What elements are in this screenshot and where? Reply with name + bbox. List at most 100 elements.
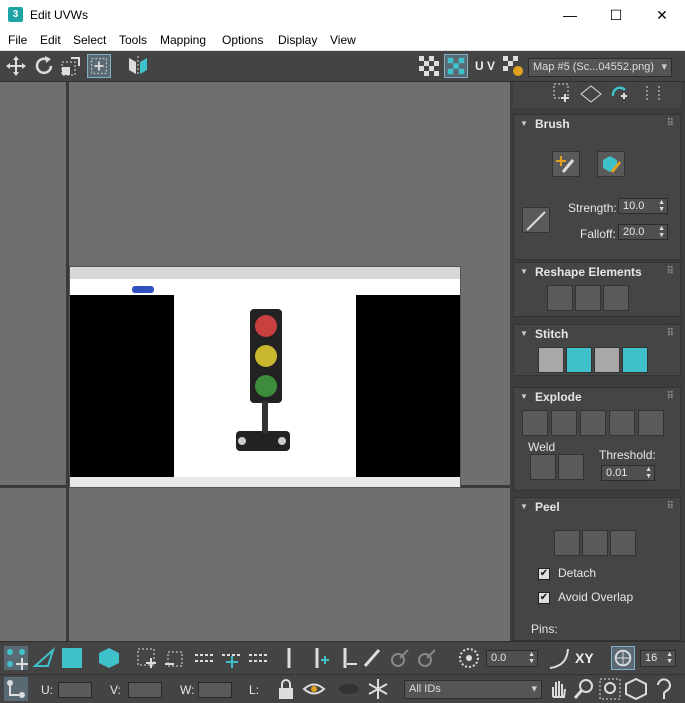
edge-mode-icon[interactable] xyxy=(32,646,56,670)
move-icon[interactable] xyxy=(4,54,28,78)
grow-select-icon[interactable] xyxy=(135,646,159,670)
ring-shrink-icon[interactable] xyxy=(335,646,359,670)
traffic-light-icon xyxy=(236,309,290,451)
reshape-header[interactable]: ▼ Reshape Elements ⠿ xyxy=(514,263,680,281)
detach-edge-icon[interactable] xyxy=(551,410,577,436)
loop-shrink-icon[interactable] xyxy=(247,646,271,670)
strength-spinner[interactable]: 10.0 ▲ ▼ xyxy=(618,198,668,214)
menu-select[interactable]: Select xyxy=(73,33,106,47)
transform-mode-icon[interactable] xyxy=(4,677,28,701)
texture-image xyxy=(69,266,461,488)
loop-grow-icon[interactable] xyxy=(220,646,244,670)
w-field[interactable] xyxy=(198,682,232,698)
stitch-source-icon[interactable] xyxy=(622,347,648,373)
map-settings-icon[interactable] xyxy=(501,54,525,78)
l-label: L: xyxy=(249,683,260,697)
vertex-mode-icon[interactable] xyxy=(4,646,28,670)
face-mode-icon[interactable] xyxy=(60,646,84,670)
weld-selected-icon[interactable] xyxy=(530,454,556,480)
close-button[interactable]: ✕ xyxy=(639,0,685,30)
rollout-top-strip xyxy=(513,82,681,108)
uv-toggle[interactable]: U V xyxy=(475,59,495,73)
split-icon[interactable] xyxy=(638,410,664,436)
ring-select-icon[interactable] xyxy=(277,646,301,670)
zoom-region-icon[interactable] xyxy=(598,677,622,701)
threshold-spinner[interactable]: 0.01 ▲ ▼ xyxy=(601,465,655,481)
grid-select-icon[interactable] xyxy=(579,82,603,104)
main-toolbar: U V Map #5 (Sc...04552.png) ▾ xyxy=(0,51,685,82)
explode-rollout: ▼ Explode ⠿ Weld Threshold: 0.01 ▲ ▼ xyxy=(513,387,681,491)
eye-icon[interactable] xyxy=(302,677,326,701)
mirror-icon[interactable] xyxy=(126,54,150,78)
falloff-curve-icon[interactable] xyxy=(522,207,550,233)
xy-toggle[interactable]: XY xyxy=(575,650,594,666)
checker-explode-icon[interactable] xyxy=(609,410,635,436)
paint-shrink-icon[interactable] xyxy=(415,646,439,670)
zoom-extents-icon[interactable] xyxy=(624,677,648,701)
break-icon[interactable] xyxy=(522,410,548,436)
u-field[interactable] xyxy=(58,682,92,698)
ids-dropdown[interactable]: All IDs ▾ xyxy=(404,680,542,699)
zoom-selected-icon[interactable] xyxy=(652,677,676,701)
relax-icon[interactable] xyxy=(575,285,601,311)
relax-brush-icon[interactable] xyxy=(597,151,625,177)
loop-select-icon[interactable] xyxy=(193,646,217,670)
map-dropdown[interactable]: Map #5 (Sc...04552.png) ▾ xyxy=(528,58,672,77)
detach-checkbox[interactable]: ✔ xyxy=(538,568,550,580)
reset-peel-icon[interactable] xyxy=(610,530,636,556)
checker-icon[interactable] xyxy=(417,54,441,78)
weld-target-icon[interactable] xyxy=(558,454,584,480)
angle-spinner[interactable]: 0.0 ▲ ▼ xyxy=(486,650,538,667)
menu-tools[interactable]: Tools xyxy=(119,33,147,47)
shrink-select-icon[interactable] xyxy=(162,646,186,670)
menu-display[interactable]: Display xyxy=(278,33,317,47)
stitch-header[interactable]: ▼ Stitch ⠿ xyxy=(514,325,680,343)
quick-peel-icon[interactable] xyxy=(554,530,580,556)
rotation-snap-icon[interactable] xyxy=(457,646,481,670)
brush-header[interactable]: ▼ Brush ⠿ xyxy=(514,115,680,133)
peel-mode-icon[interactable] xyxy=(582,530,608,556)
freeze-icon[interactable] xyxy=(366,677,390,701)
explode-header[interactable]: ▼ Explode ⠿ xyxy=(514,388,680,406)
stitch-average-icon[interactable] xyxy=(594,347,620,373)
element-mode-icon[interactable] xyxy=(97,646,121,670)
menu-options[interactable]: Options xyxy=(222,33,263,47)
menu-edit[interactable]: Edit xyxy=(40,33,61,47)
grid-snap-icon[interactable] xyxy=(611,646,635,670)
show-map-icon[interactable] xyxy=(444,54,468,78)
maximize-button[interactable]: ☐ xyxy=(593,0,639,30)
peel-header[interactable]: ▼ Peel ⠿ xyxy=(514,498,680,516)
stitch-target-icon[interactable] xyxy=(566,347,592,373)
align-curve-icon[interactable] xyxy=(547,646,571,670)
flatten-icon[interactable] xyxy=(580,410,606,436)
v-field[interactable] xyxy=(128,682,162,698)
window-title: Edit UVWs xyxy=(30,8,89,22)
menu-file[interactable]: File xyxy=(8,33,27,47)
ring-grow-icon[interactable] xyxy=(307,646,331,670)
snap-spinner[interactable]: 16 ▲ ▼ xyxy=(640,650,676,667)
paint-grow-icon[interactable] xyxy=(388,646,412,670)
select-icon[interactable] xyxy=(551,82,575,104)
hide-icon[interactable] xyxy=(337,677,361,701)
cube-icon[interactable] xyxy=(603,285,629,311)
stitch-custom-icon[interactable] xyxy=(538,347,564,373)
pan-icon[interactable] xyxy=(546,677,570,701)
scale-icon[interactable] xyxy=(59,54,83,78)
bottom-toolbar: 0.0 ▲ ▼ XY 16 ▲ ▼ xyxy=(0,641,685,674)
menu-view[interactable]: View xyxy=(330,33,356,47)
minimize-button[interactable]: — xyxy=(547,0,593,30)
menu-mapping[interactable]: Mapping xyxy=(160,33,206,47)
falloff-spinner[interactable]: 20.0 ▲ ▼ xyxy=(618,224,668,240)
straighten-icon[interactable] xyxy=(547,285,573,311)
paint-select-icon[interactable] xyxy=(361,646,385,670)
zoom-icon[interactable] xyxy=(572,677,596,701)
loop-icon[interactable] xyxy=(607,82,631,104)
freeform-icon[interactable] xyxy=(87,54,111,78)
rotate-icon[interactable] xyxy=(32,54,56,78)
avoid-overlap-label: Avoid Overlap xyxy=(558,590,634,604)
ring-icon[interactable] xyxy=(641,82,665,104)
paint-move-icon[interactable] xyxy=(552,151,580,177)
avoid-overlap-checkbox[interactable]: ✔ xyxy=(538,592,550,604)
stitch-rollout: ▼ Stitch ⠿ xyxy=(513,324,681,376)
lock-icon[interactable] xyxy=(274,677,298,701)
